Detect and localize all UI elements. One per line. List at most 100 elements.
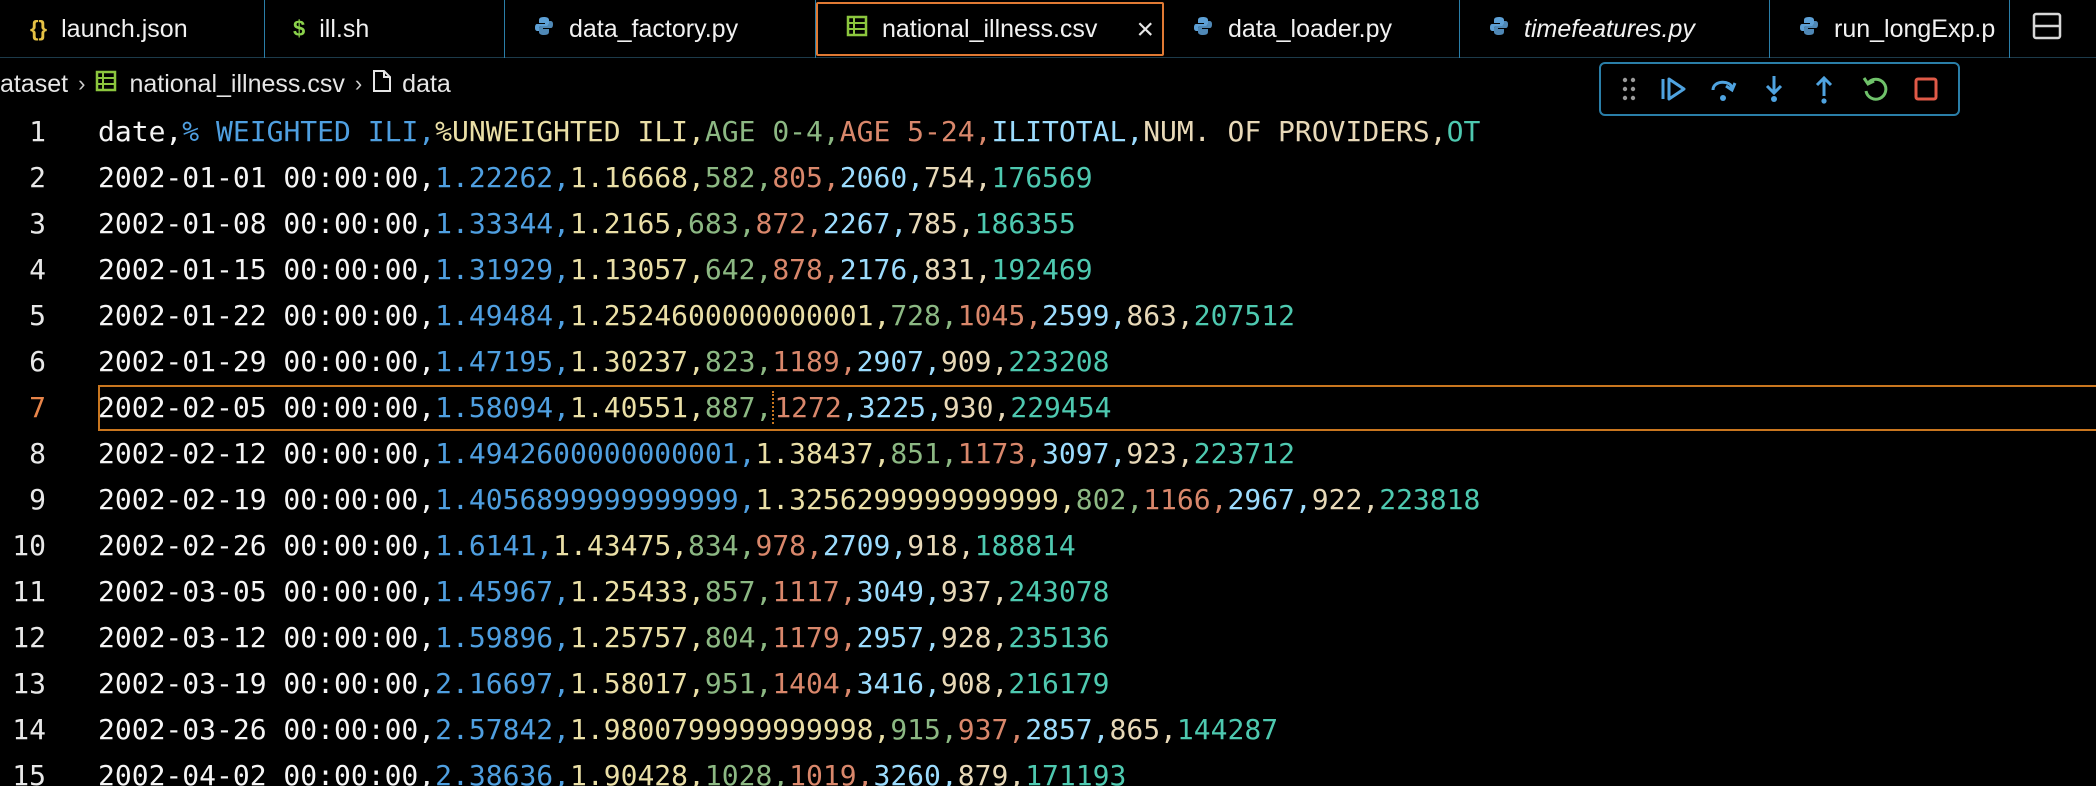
line-text[interactable]: 2002-01-22 00:00:00,1.49484,1.2524600000…: [98, 293, 2096, 339]
code-line[interactable]: 1 date,% WEIGHTED ILI,%UNWEIGHTED ILI,AGE…: [0, 109, 2096, 155]
csv-cell: 2907,: [856, 345, 941, 378]
code-line[interactable]: 6 2002-01-29 00:00:00,1.47195,1.30237,823…: [0, 339, 2096, 385]
csv-cell: 2.38636,: [435, 759, 571, 786]
code-line[interactable]: 11 2002-03-05 00:00:00,1.45967,1.25433,85…: [0, 569, 2096, 615]
csv-cell: 804,: [704, 621, 773, 654]
line-text[interactable]: 2002-04-02 00:00:00,2.38636,1.90428,1028…: [98, 753, 2096, 786]
csv-cell: 1.59896,: [435, 621, 571, 654]
line-text[interactable]: 2002-03-26 00:00:00,2.57842,1.9800799999…: [98, 707, 2096, 753]
tab-data-loader-py[interactable]: data_loader.py: [1164, 0, 1460, 58]
line-number: 5: [29, 299, 46, 332]
csv-cell: 865,: [1109, 713, 1177, 746]
csv-cell: 3097,: [1042, 437, 1127, 470]
csv-cell: 1173,: [957, 437, 1043, 470]
code-line[interactable]: 2 2002-01-01 00:00:00,1.22262,1.16668,582…: [0, 155, 2096, 201]
code-line[interactable]: 13 2002-03-19 00:00:00,2.16697,1.58017,95…: [0, 661, 2096, 707]
line-text[interactable]: date,% WEIGHTED ILI,%UNWEIGHTED ILI,AGE …: [98, 109, 2096, 155]
csv-cell: 1.2165,: [570, 207, 689, 240]
line-text[interactable]: 2002-01-08 00:00:00,1.33344,1.2165,683,8…: [98, 201, 2096, 247]
line-text[interactable]: 2002-02-12 00:00:00,1.4942600000000001, 1…: [98, 431, 2096, 477]
csv-cell: OT: [1446, 115, 1481, 148]
close-icon[interactable]: ×: [1136, 15, 1154, 45]
continue-icon[interactable]: [1654, 70, 1691, 108]
line-text[interactable]: 2002-02-05 00:00:00,1.58094,1.40551,887,…: [98, 385, 2096, 431]
csv-cell: 1.30237,: [570, 345, 705, 378]
line-text[interactable]: 2002-03-12 00:00:00,1.59896,1.25757,804,…: [98, 615, 2096, 661]
csv-cell: ,3225,: [841, 391, 943, 424]
csv-cell: 1.2524600000000001,: [570, 299, 891, 332]
code-line[interactable]: 8 2002-02-12 00:00:00,1.4942600000000001,…: [0, 431, 2096, 477]
tab-national-illness-csv[interactable]: national_illness.csv ×: [816, 2, 1164, 56]
csv-cell: 1.25433,: [570, 575, 705, 608]
tab-run-longexp-p[interactable]: run_longExp.p: [1770, 0, 2010, 58]
line-number: 15: [12, 759, 46, 786]
csv-cell: 909,: [940, 345, 1009, 378]
line-text[interactable]: 2002-02-26 00:00:00,1.6141,1.43475,834,9…: [98, 523, 2096, 569]
breadcrumb-symbol[interactable]: data: [402, 70, 451, 99]
tab-data-factory-py[interactable]: data_factory.py: [505, 0, 816, 58]
code-line[interactable]: 10 2002-02-26 00:00:00,1.6141,1.43475,834…: [0, 523, 2096, 569]
line-number: 10: [12, 529, 46, 562]
stop-icon[interactable]: [1907, 70, 1944, 108]
csv-cell: 2002-03-26 00:00:00,: [98, 713, 436, 746]
code-line[interactable]: 4 2002-01-15 00:00:00,1.31929,1.13057,642…: [0, 247, 2096, 293]
csv-cell: 1.22262,: [435, 161, 571, 194]
line-text[interactable]: 2002-01-15 00:00:00,1.31929,1.13057,642,…: [98, 247, 2096, 293]
csv-cell: 951,: [704, 667, 773, 700]
tab-ill-sh[interactable]: $ ill.sh: [265, 0, 505, 58]
step-over-icon[interactable]: [1705, 70, 1742, 108]
csv-cell: 1.6141,: [435, 529, 554, 562]
split-editor-layout-icon[interactable]: [2032, 12, 2062, 40]
csv-file-icon: [95, 70, 117, 99]
csv-cell: 834,: [688, 529, 756, 562]
csv-cell: 1.4056899999999999,: [435, 483, 756, 516]
tab-label: data_factory.py: [569, 14, 739, 43]
csv-cell: 2002-02-12 00:00:00,: [98, 437, 436, 470]
line-text[interactable]: 2002-03-19 00:00:00,2.16697,1.58017,951,…: [98, 661, 2096, 707]
drag-grip-icon[interactable]: [1619, 70, 1638, 108]
csv-cell: 2060,: [839, 161, 925, 194]
breadcrumb-folder[interactable]: ataset: [0, 70, 68, 99]
step-into-icon[interactable]: [1756, 70, 1793, 108]
csv-cell: 1.31929,: [435, 253, 571, 286]
tab-launch-json[interactable]: {} launch.json: [0, 0, 265, 58]
line-text[interactable]: 2002-01-01 00:00:00,1.22262,1.16668,582,…: [98, 155, 2096, 201]
restart-icon[interactable]: [1857, 70, 1894, 108]
csv-cell: 878,: [772, 253, 840, 286]
code-line[interactable]: 12 2002-03-12 00:00:00,1.59896,1.25757,80…: [0, 615, 2096, 661]
tab-timefeatures-py[interactable]: timefeatures.py: [1460, 0, 1770, 58]
csv-cell: % WEIGHTED ILI,: [182, 115, 436, 148]
breadcrumb-file[interactable]: national_illness.csv: [129, 70, 344, 99]
csv-cell: 2002-02-05 00:00:00,: [98, 391, 436, 424]
csv-cell: 1179,: [772, 621, 857, 654]
line-text[interactable]: 2002-01-29 00:00:00,1.47195,1.30237,823,…: [98, 339, 2096, 385]
tab-label: ill.sh: [319, 14, 370, 43]
step-out-icon[interactable]: [1806, 70, 1843, 108]
csv-cell: date,: [98, 115, 183, 148]
csv-cell: 1.58017,: [570, 667, 705, 700]
code-line[interactable]: 7 2002-02-05 00:00:00,1.58094,1.40551,887…: [0, 385, 2096, 431]
csv-cell: 1.4942600000000001,: [435, 437, 756, 470]
chevron-right-icon: ›: [354, 71, 363, 96]
csv-cell: 2599,: [1042, 299, 1127, 332]
code-line[interactable]: 14 2002-03-26 00:00:00,2.57842,1.98007999…: [0, 707, 2096, 753]
tab-label: data_loader.py: [1228, 14, 1393, 43]
line-text[interactable]: 2002-02-19 00:00:00,1.4056899999999999,1…: [98, 477, 2096, 523]
csv-cell: 223208: [1008, 345, 1110, 378]
csv-cell: 223712: [1193, 437, 1295, 470]
csv-cell: 754,: [924, 161, 992, 194]
csv-cell: 937,: [957, 713, 1026, 746]
csv-cell: NUM. OF PROVIDERS,: [1143, 115, 1447, 148]
line-number: 6: [29, 345, 46, 378]
csv-cell: 1.9800799999999998,: [570, 713, 891, 746]
csv-cell: 2002-02-26 00:00:00,: [98, 529, 436, 562]
csv-cell: 207512: [1193, 299, 1295, 332]
csv-editor[interactable]: 1 date,% WEIGHTED ILI,%UNWEIGHTED ILI,AGE…: [0, 109, 2096, 786]
code-line[interactable]: 9 2002-02-19 00:00:00,1.4056899999999999,…: [0, 477, 2096, 523]
line-text[interactable]: 2002-03-05 00:00:00,1.45967,1.25433,857,…: [98, 569, 2096, 615]
code-line[interactable]: 15 2002-04-02 00:00:00,2.38636,1.90428,10…: [0, 753, 2096, 786]
csv-cell: 908,: [940, 667, 1009, 700]
line-number: 14: [12, 713, 46, 746]
code-line[interactable]: 3 2002-01-08 00:00:00,1.33344,1.2165,683,…: [0, 201, 2096, 247]
code-line[interactable]: 5 2002-01-22 00:00:00,1.49484,1.252460000…: [0, 293, 2096, 339]
